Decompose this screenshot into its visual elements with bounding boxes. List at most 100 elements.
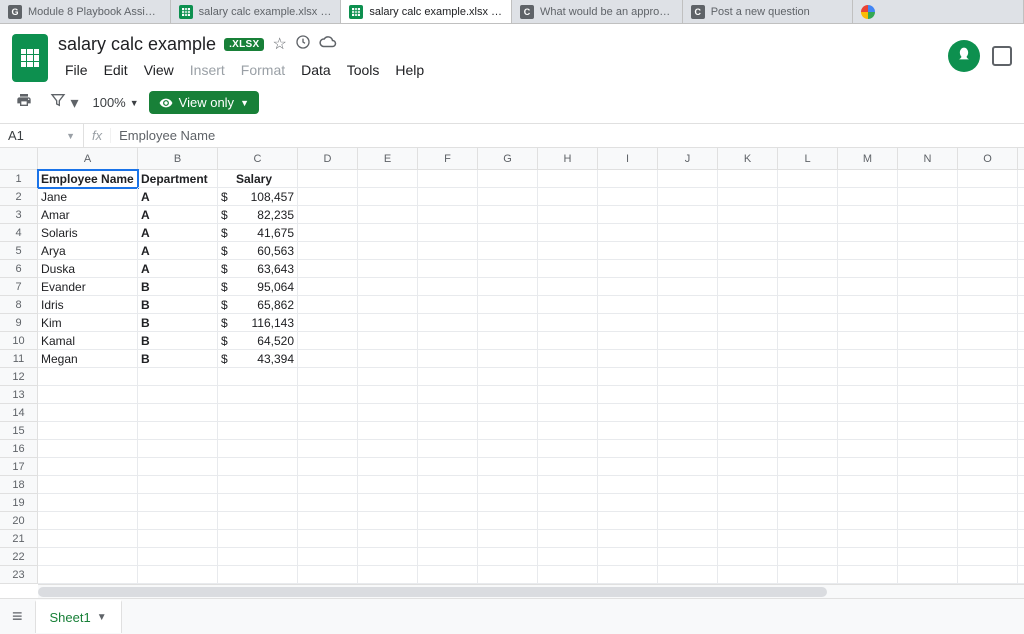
cell[interactable] [298,404,358,422]
cell[interactable] [838,350,898,368]
cell[interactable] [598,350,658,368]
cell[interactable] [598,314,658,332]
menu-insert[interactable]: Insert [183,58,232,82]
cell[interactable] [598,188,658,206]
row-header[interactable]: 17 [0,458,38,476]
cell[interactable] [358,422,418,440]
cell[interactable] [358,512,418,530]
cell[interactable] [838,170,898,188]
cell[interactable] [778,458,838,476]
cell[interactable] [778,440,838,458]
cell[interactable] [1018,548,1024,566]
cell[interactable] [418,296,478,314]
cell[interactable] [1018,512,1024,530]
cell[interactable] [718,188,778,206]
cell[interactable] [598,206,658,224]
cell[interactable] [298,494,358,512]
cell[interactable] [418,476,478,494]
cell[interactable] [838,242,898,260]
cell[interactable] [478,458,538,476]
cell[interactable] [298,566,358,584]
cell[interactable] [658,494,718,512]
cell[interactable] [538,440,598,458]
cell[interactable] [418,422,478,440]
cell[interactable] [598,296,658,314]
cell[interactable] [658,260,718,278]
cell[interactable] [298,332,358,350]
cell[interactable] [778,260,838,278]
cell[interactable] [958,260,1018,278]
cell[interactable]: $43,394 [218,350,298,368]
row-header[interactable]: 9 [0,314,38,332]
cell[interactable] [778,242,838,260]
cell[interactable] [478,566,538,584]
cell[interactable] [718,206,778,224]
cell[interactable] [598,170,658,188]
cell[interactable] [838,224,898,242]
chevron-down-icon[interactable]: ▼ [97,612,107,623]
cell[interactable] [778,476,838,494]
cell[interactable] [658,278,718,296]
cell[interactable] [718,368,778,386]
cell[interactable] [958,242,1018,260]
cell[interactable] [358,350,418,368]
cell[interactable] [778,512,838,530]
cell[interactable] [958,224,1018,242]
name-box[interactable]: A1▼ [0,124,84,147]
cell[interactable] [538,206,598,224]
cell[interactable] [298,350,358,368]
sheets-app-icon[interactable] [12,34,48,82]
cell[interactable] [778,332,838,350]
cell[interactable] [138,494,218,512]
cell[interactable] [718,476,778,494]
cell[interactable] [658,350,718,368]
cell[interactable] [358,242,418,260]
cell[interactable] [718,278,778,296]
cell[interactable] [478,206,538,224]
cell[interactable] [898,332,958,350]
cell[interactable] [418,494,478,512]
cell[interactable] [658,368,718,386]
cell[interactable]: $60,563 [218,242,298,260]
cell[interactable] [358,224,418,242]
cell[interactable] [538,404,598,422]
cell[interactable] [718,386,778,404]
browser-tab[interactable]: CWhat would be an appropriat... [512,0,683,23]
column-header[interactable]: D [298,148,358,170]
cell[interactable] [418,260,478,278]
cell[interactable] [358,368,418,386]
cell[interactable] [298,440,358,458]
cell[interactable] [778,278,838,296]
cell[interactable] [358,494,418,512]
cell[interactable] [718,512,778,530]
cell[interactable] [538,224,598,242]
cell[interactable] [958,386,1018,404]
cell[interactable] [298,458,358,476]
cell[interactable] [1018,368,1024,386]
cell[interactable]: Solaris [38,224,138,242]
cell[interactable] [1018,242,1024,260]
cell[interactable] [358,548,418,566]
cell[interactable] [138,422,218,440]
cell[interactable] [538,260,598,278]
row-header[interactable]: 23 [0,566,38,584]
cell[interactable] [658,170,718,188]
cell[interactable]: Idris [38,296,138,314]
cell[interactable] [358,332,418,350]
cell[interactable] [958,404,1018,422]
cell[interactable]: Duska [38,260,138,278]
cell[interactable] [138,530,218,548]
cell[interactable] [658,530,718,548]
document-title[interactable]: salary calc example [58,34,216,55]
cell[interactable] [538,242,598,260]
cell[interactable] [138,440,218,458]
cell[interactable] [958,188,1018,206]
menu-help[interactable]: Help [388,58,431,82]
cell[interactable] [778,350,838,368]
cell[interactable] [778,224,838,242]
cell[interactable] [538,458,598,476]
cell[interactable] [298,206,358,224]
cell[interactable] [958,548,1018,566]
cell[interactable] [778,188,838,206]
cell[interactable] [718,260,778,278]
